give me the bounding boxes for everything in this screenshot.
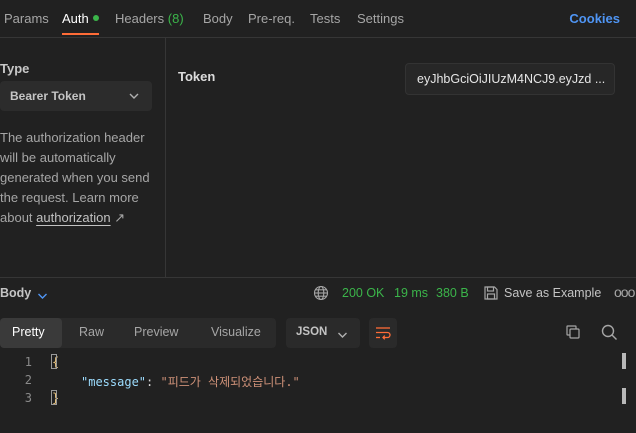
tab-pre-request[interactable]: Pre-req. [248, 11, 295, 26]
json-open-brace: { [50, 354, 60, 369]
tab-body[interactable]: Body [203, 11, 233, 26]
token-label: Token [178, 69, 216, 84]
search-icon[interactable] [601, 324, 618, 344]
auth-description: The authorization header will be automat… [0, 128, 158, 228]
scrollbar-marker[interactable] [622, 388, 626, 404]
view-preview[interactable]: Preview [134, 325, 178, 339]
wrap-lines-button[interactable] [369, 318, 397, 348]
view-raw[interactable]: Raw [79, 325, 104, 339]
active-tab-underline [62, 33, 99, 35]
tab-auth[interactable]: Auth [62, 11, 99, 26]
json-value: "피드가 삭제되었습니다." [160, 375, 300, 389]
headers-count: (8) [167, 11, 184, 26]
cookies-link[interactable]: Cookies [569, 11, 620, 26]
request-tabs: Params Auth Headers (8) Body Pre-req. Te… [0, 0, 636, 38]
active-indicator-dot-icon [92, 15, 99, 21]
line-number: 3 [24, 391, 32, 405]
json-close-brace: } [50, 390, 60, 405]
pane-divider [165, 37, 166, 277]
view-pretty-label: Pretty [12, 325, 45, 339]
response-status[interactable]: 200 OK [342, 286, 384, 300]
wrap-icon [376, 327, 391, 340]
more-options-icon[interactable]: ooo [614, 284, 635, 300]
chevron-down-icon [337, 328, 348, 343]
format-select[interactable]: JSON [286, 318, 360, 348]
auth-type-value: Bearer Token [10, 89, 86, 103]
json-key: "message" [81, 375, 147, 389]
save-as-example-button[interactable]: Save as Example [504, 286, 601, 300]
copy-icon[interactable] [565, 324, 581, 343]
token-input[interactable]: eyJhbGciOiJIUzM4NCJ9.eyJzd ... [405, 63, 615, 95]
response-divider [0, 277, 636, 278]
tab-headers[interactable]: Headers (8) [115, 11, 184, 26]
tab-headers-label: Headers [115, 11, 165, 26]
json-colon: : [146, 375, 161, 389]
response-time[interactable]: 19 ms [394, 286, 428, 300]
authorization-link[interactable]: authorization [36, 210, 110, 225]
response-body-tab[interactable]: Body [0, 286, 31, 300]
auth-type-select[interactable]: Bearer Token [0, 81, 152, 111]
chevron-down-icon [128, 90, 140, 105]
tab-tests[interactable]: Tests [310, 11, 340, 26]
auth-type-label: Type [0, 61, 30, 76]
external-link-icon: ↗ [114, 210, 126, 225]
response-size[interactable]: 380 B [436, 286, 469, 300]
view-mode-tabs: Pretty Raw Preview Visualize [0, 318, 276, 348]
tab-params[interactable]: Params [4, 11, 49, 26]
view-visualize[interactable]: Visualize [211, 325, 261, 339]
format-value: JSON [296, 326, 328, 338]
tab-auth-label: Auth [62, 11, 89, 26]
line-number: 1 [24, 355, 32, 369]
token-value: eyJhbGciOiJIUzM4NCJ9.eyJzd ... [417, 72, 606, 86]
json-line-message: "message": "피드가 삭제되었습니다." [81, 373, 300, 390]
chevron-down-icon[interactable] [37, 289, 48, 304]
scrollbar-marker[interactable] [622, 353, 626, 369]
line-number: 2 [24, 373, 32, 387]
globe-icon[interactable] [313, 285, 329, 304]
tab-settings[interactable]: Settings [357, 11, 404, 26]
save-icon[interactable] [483, 285, 499, 304]
view-pretty[interactable]: Pretty [0, 318, 62, 348]
